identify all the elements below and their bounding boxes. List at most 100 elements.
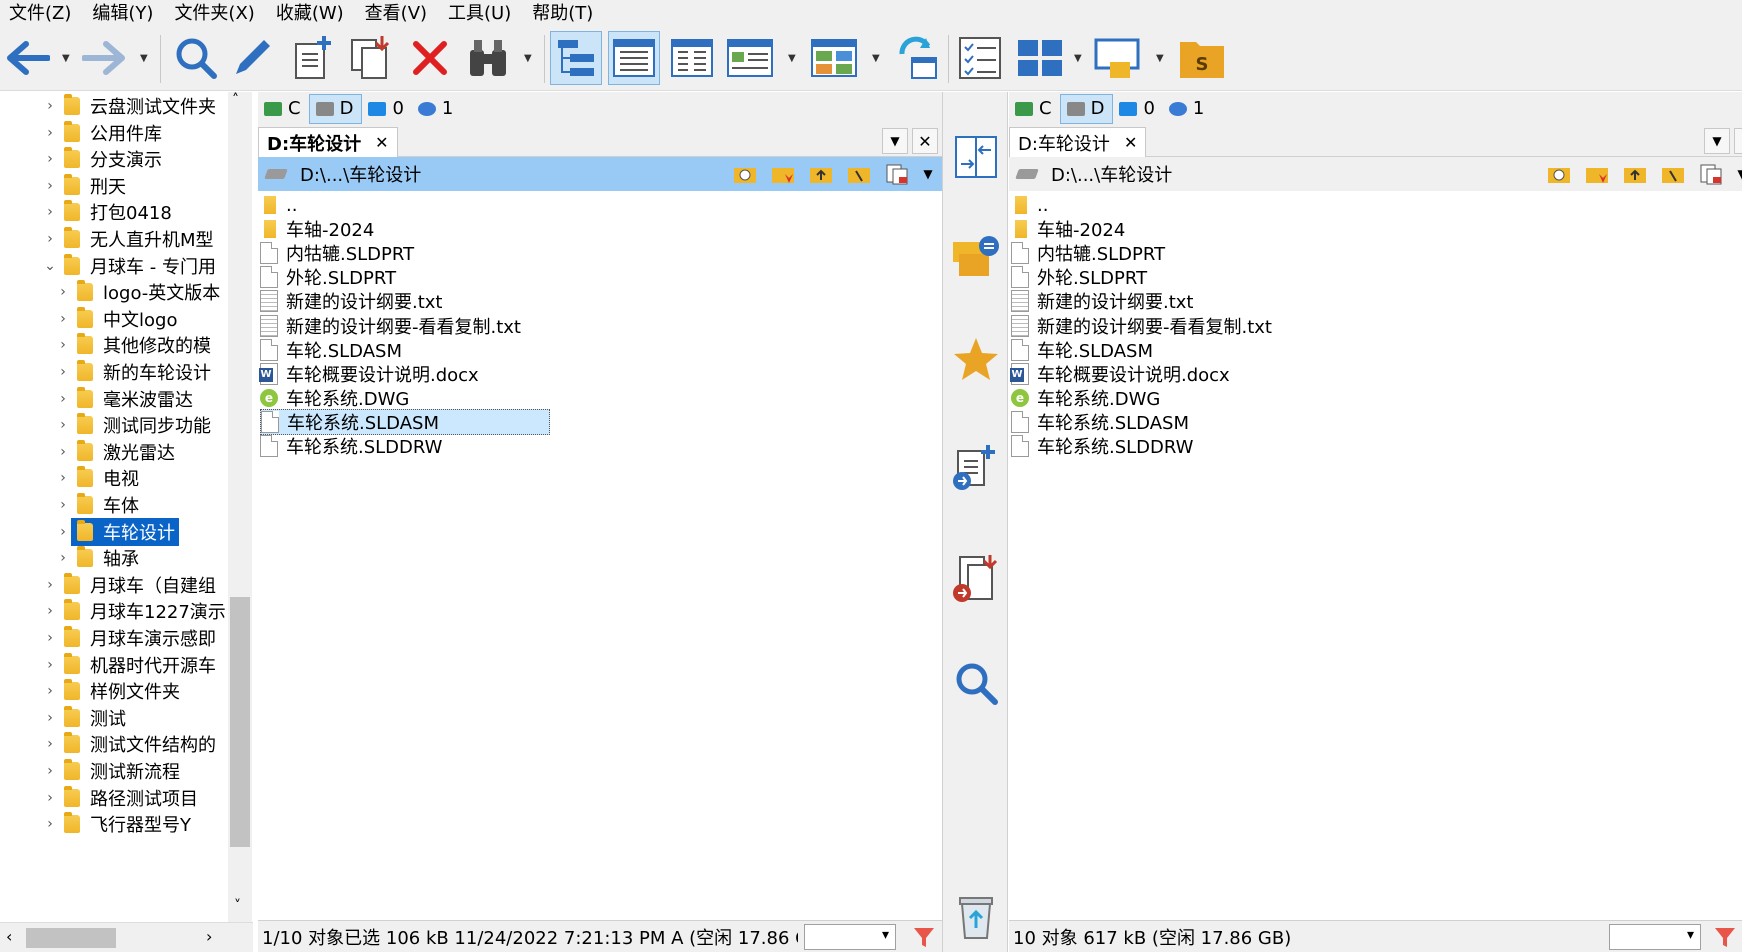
history-icon[interactable] <box>732 163 758 185</box>
tree-item[interactable]: › logo-英文版本 <box>0 278 228 306</box>
close-pane-icon[interactable]: ✕ <box>1734 128 1742 154</box>
details-view-icon[interactable] <box>608 31 660 85</box>
tree-item[interactable]: › 云盘测试文件夹 <box>0 92 228 120</box>
copy-to-other-pane-icon[interactable] <box>951 444 1001 494</box>
menu-item[interactable]: 编辑(Y) <box>83 0 165 27</box>
tree-item[interactable]: › 无人直升机M型 <box>0 225 228 253</box>
copy-to-icon[interactable] <box>344 31 396 85</box>
expand-chevron-icon[interactable]: › <box>42 657 58 673</box>
drive-0-button[interactable]: 0 <box>1113 94 1162 124</box>
large-thumbs-view-icon[interactable] <box>808 31 860 85</box>
tab-current-folder[interactable]: D:车轮设计 ✕ <box>258 127 398 157</box>
tree-item[interactable]: › 飞行器型号Y <box>0 810 228 838</box>
recycle-bin-icon[interactable] <box>951 892 1001 942</box>
drive-0-button[interactable]: 0 <box>362 94 411 124</box>
tab-list-dropdown-icon[interactable]: ▼ <box>1704 128 1730 154</box>
expand-chevron-icon[interactable]: › <box>42 231 58 247</box>
tab-list-dropdown-icon[interactable]: ▼ <box>882 128 908 154</box>
tree-item[interactable]: › 其他修改的模 <box>0 331 228 359</box>
expand-chevron-icon[interactable]: › <box>55 364 71 380</box>
expand-chevron-icon[interactable]: › <box>42 763 58 779</box>
copy-path-icon[interactable] <box>884 163 910 185</box>
dual-pane-icon[interactable] <box>1014 31 1066 85</box>
tree-item[interactable]: › 打包0418 <box>0 198 228 226</box>
file-row[interactable]: 车轮.SLDASM <box>260 337 402 363</box>
scrollbar-thumb[interactable] <box>230 597 250 847</box>
search-icon[interactable] <box>951 658 1001 708</box>
file-row[interactable]: 内牯辘.SLDPRT <box>260 240 414 266</box>
tree-item[interactable]: › 电视 <box>0 464 228 492</box>
list-view-icon[interactable] <box>666 31 718 85</box>
expand-chevron-icon[interactable]: › <box>42 178 58 194</box>
checklist-icon[interactable] <box>954 31 1006 85</box>
layout-dropdown-icon[interactable]: ▼ <box>1074 53 1082 64</box>
tree-item[interactable]: › 毫米波雷达 <box>0 385 228 413</box>
thumbs-dropdown-icon[interactable]: ▼ <box>872 53 880 64</box>
close-pane-icon[interactable]: ✕ <box>912 128 938 154</box>
close-tab-icon[interactable]: ✕ <box>1124 133 1137 152</box>
file-row[interactable]: 车轴-2024 <box>1011 216 1125 242</box>
compare-folders-icon[interactable] <box>951 232 1001 282</box>
file-row[interactable]: 车轮系统.SLDASM <box>260 408 550 435</box>
file-row[interactable]: 车轴-2024 <box>260 216 374 242</box>
file-row[interactable]: W 车轮概要设计说明.docx <box>259 361 479 387</box>
scroll-right-icon[interactable]: › <box>206 927 212 946</box>
tree-horizontal-scrollbar[interactable]: ‹ › <box>0 922 253 952</box>
expand-chevron-icon[interactable]: › <box>42 790 58 806</box>
tree-item[interactable]: › 月球车1227演示 <box>0 597 228 625</box>
menu-item[interactable]: 文件(Z) <box>0 0 83 27</box>
tree-view-icon[interactable] <box>550 31 602 85</box>
file-row[interactable]: e 车轮系统.DWG <box>1011 385 1160 411</box>
monitor-dropdown-icon[interactable]: ▼ <box>1156 53 1164 64</box>
tree-item[interactable]: › 刑天 <box>0 172 228 200</box>
tab-current-folder[interactable]: D:车轮设计 ✕ <box>1009 127 1147 157</box>
file-row[interactable]: e 车轮系统.DWG <box>260 385 409 411</box>
address-path[interactable]: D:\...\车轮设计 <box>300 161 421 187</box>
address-path[interactable]: D:\...\车轮设计 <box>1051 161 1172 187</box>
filter-funnel-icon[interactable] <box>1713 925 1737 949</box>
file-row[interactable]: 车轮.SLDASM <box>1011 337 1153 363</box>
file-row[interactable]: 车轮系统.SLDDRW <box>260 433 442 459</box>
expand-chevron-icon[interactable]: › <box>55 444 71 460</box>
parent-folder-icon[interactable] <box>1622 163 1648 185</box>
expand-chevron-icon[interactable]: › <box>42 630 58 646</box>
favorite-folder-icon[interactable] <box>1584 163 1610 185</box>
tree-item[interactable]: › 轴承 <box>0 544 228 572</box>
expand-chevron-icon[interactable]: › <box>42 577 58 593</box>
expand-chevron-icon[interactable]: › <box>55 417 71 433</box>
tree-item[interactable]: › 车轮设计 <box>0 517 228 546</box>
tree-item[interactable]: › 测试 <box>0 704 228 732</box>
favorite-folder-icon[interactable] <box>770 163 796 185</box>
tree-item[interactable]: › 中文logo <box>0 305 228 333</box>
drive-d-button[interactable]: D <box>1059 93 1114 124</box>
new-file-icon[interactable] <box>286 31 338 85</box>
tree-item[interactable]: › 样例文件夹 <box>0 677 228 705</box>
file-row[interactable]: 新建的设计纲要.txt <box>260 288 443 314</box>
expand-chevron-icon[interactable]: › <box>55 337 71 353</box>
file-row[interactable]: 外轮.SLDPRT <box>260 264 396 290</box>
expand-chevron-icon[interactable]: › <box>55 284 71 300</box>
swap-panes-icon[interactable] <box>951 132 1001 182</box>
tree-item[interactable]: ⌄ 月球车 - 专门用 <box>0 252 228 280</box>
expand-chevron-icon[interactable]: › <box>42 151 58 167</box>
menu-item[interactable]: 工具(U) <box>439 0 523 27</box>
expand-chevron-icon[interactable]: › <box>55 524 71 540</box>
expand-chevron-icon[interactable]: › <box>42 603 58 619</box>
file-row[interactable]: 外轮.SLDPRT <box>1011 264 1147 290</box>
tree-item[interactable]: › 测试文件结构的 <box>0 730 228 758</box>
copy-path-icon[interactable] <box>1698 163 1724 185</box>
view-dropdown-icon[interactable]: ▼ <box>788 53 796 64</box>
tree-item[interactable]: › 公用件库 <box>0 119 228 147</box>
drive-d-button[interactable]: D <box>308 93 363 124</box>
tree-item[interactable]: › 机器时代开源车 <box>0 651 228 679</box>
expand-chevron-icon[interactable]: › <box>55 497 71 513</box>
delete-icon[interactable] <box>404 31 456 85</box>
safe-icon[interactable]: S <box>1176 31 1228 85</box>
menu-item[interactable]: 查看(V) <box>356 0 439 27</box>
drive-1-button[interactable]: 1 <box>1163 94 1212 124</box>
expand-chevron-icon[interactable]: › <box>42 683 58 699</box>
close-tab-icon[interactable]: ✕ <box>375 133 388 152</box>
address-dropdown-icon[interactable]: ▼ <box>922 163 934 185</box>
file-row[interactable]: 内牯辘.SLDPRT <box>1011 240 1165 266</box>
scrollbar-thumb[interactable] <box>26 928 116 948</box>
